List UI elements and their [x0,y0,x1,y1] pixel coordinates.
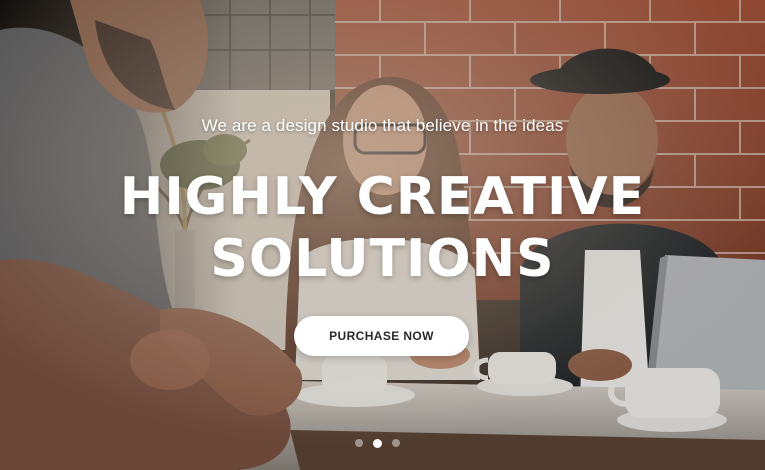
hero-headline-line-1: HIGHLY CREATIVE [119,167,646,227]
purchase-now-button[interactable]: PURCHASE NOW [294,316,469,356]
slider-dot-2-active[interactable] [373,438,382,448]
slider-dot-3[interactable] [392,439,400,447]
hero-headline: HIGHLY CREATIVE SOLUTIONS [0,166,765,290]
hero-tagline: We are a design studio that believe in t… [201,116,564,135]
hero-headline-line-2: SOLUTIONS [210,229,555,289]
hero-slider: We are a design studio that believe in t… [0,0,765,470]
hero-content: We are a design studio that believe in t… [0,0,765,470]
slider-pagination [355,437,415,449]
slider-dot-1[interactable] [355,439,363,447]
